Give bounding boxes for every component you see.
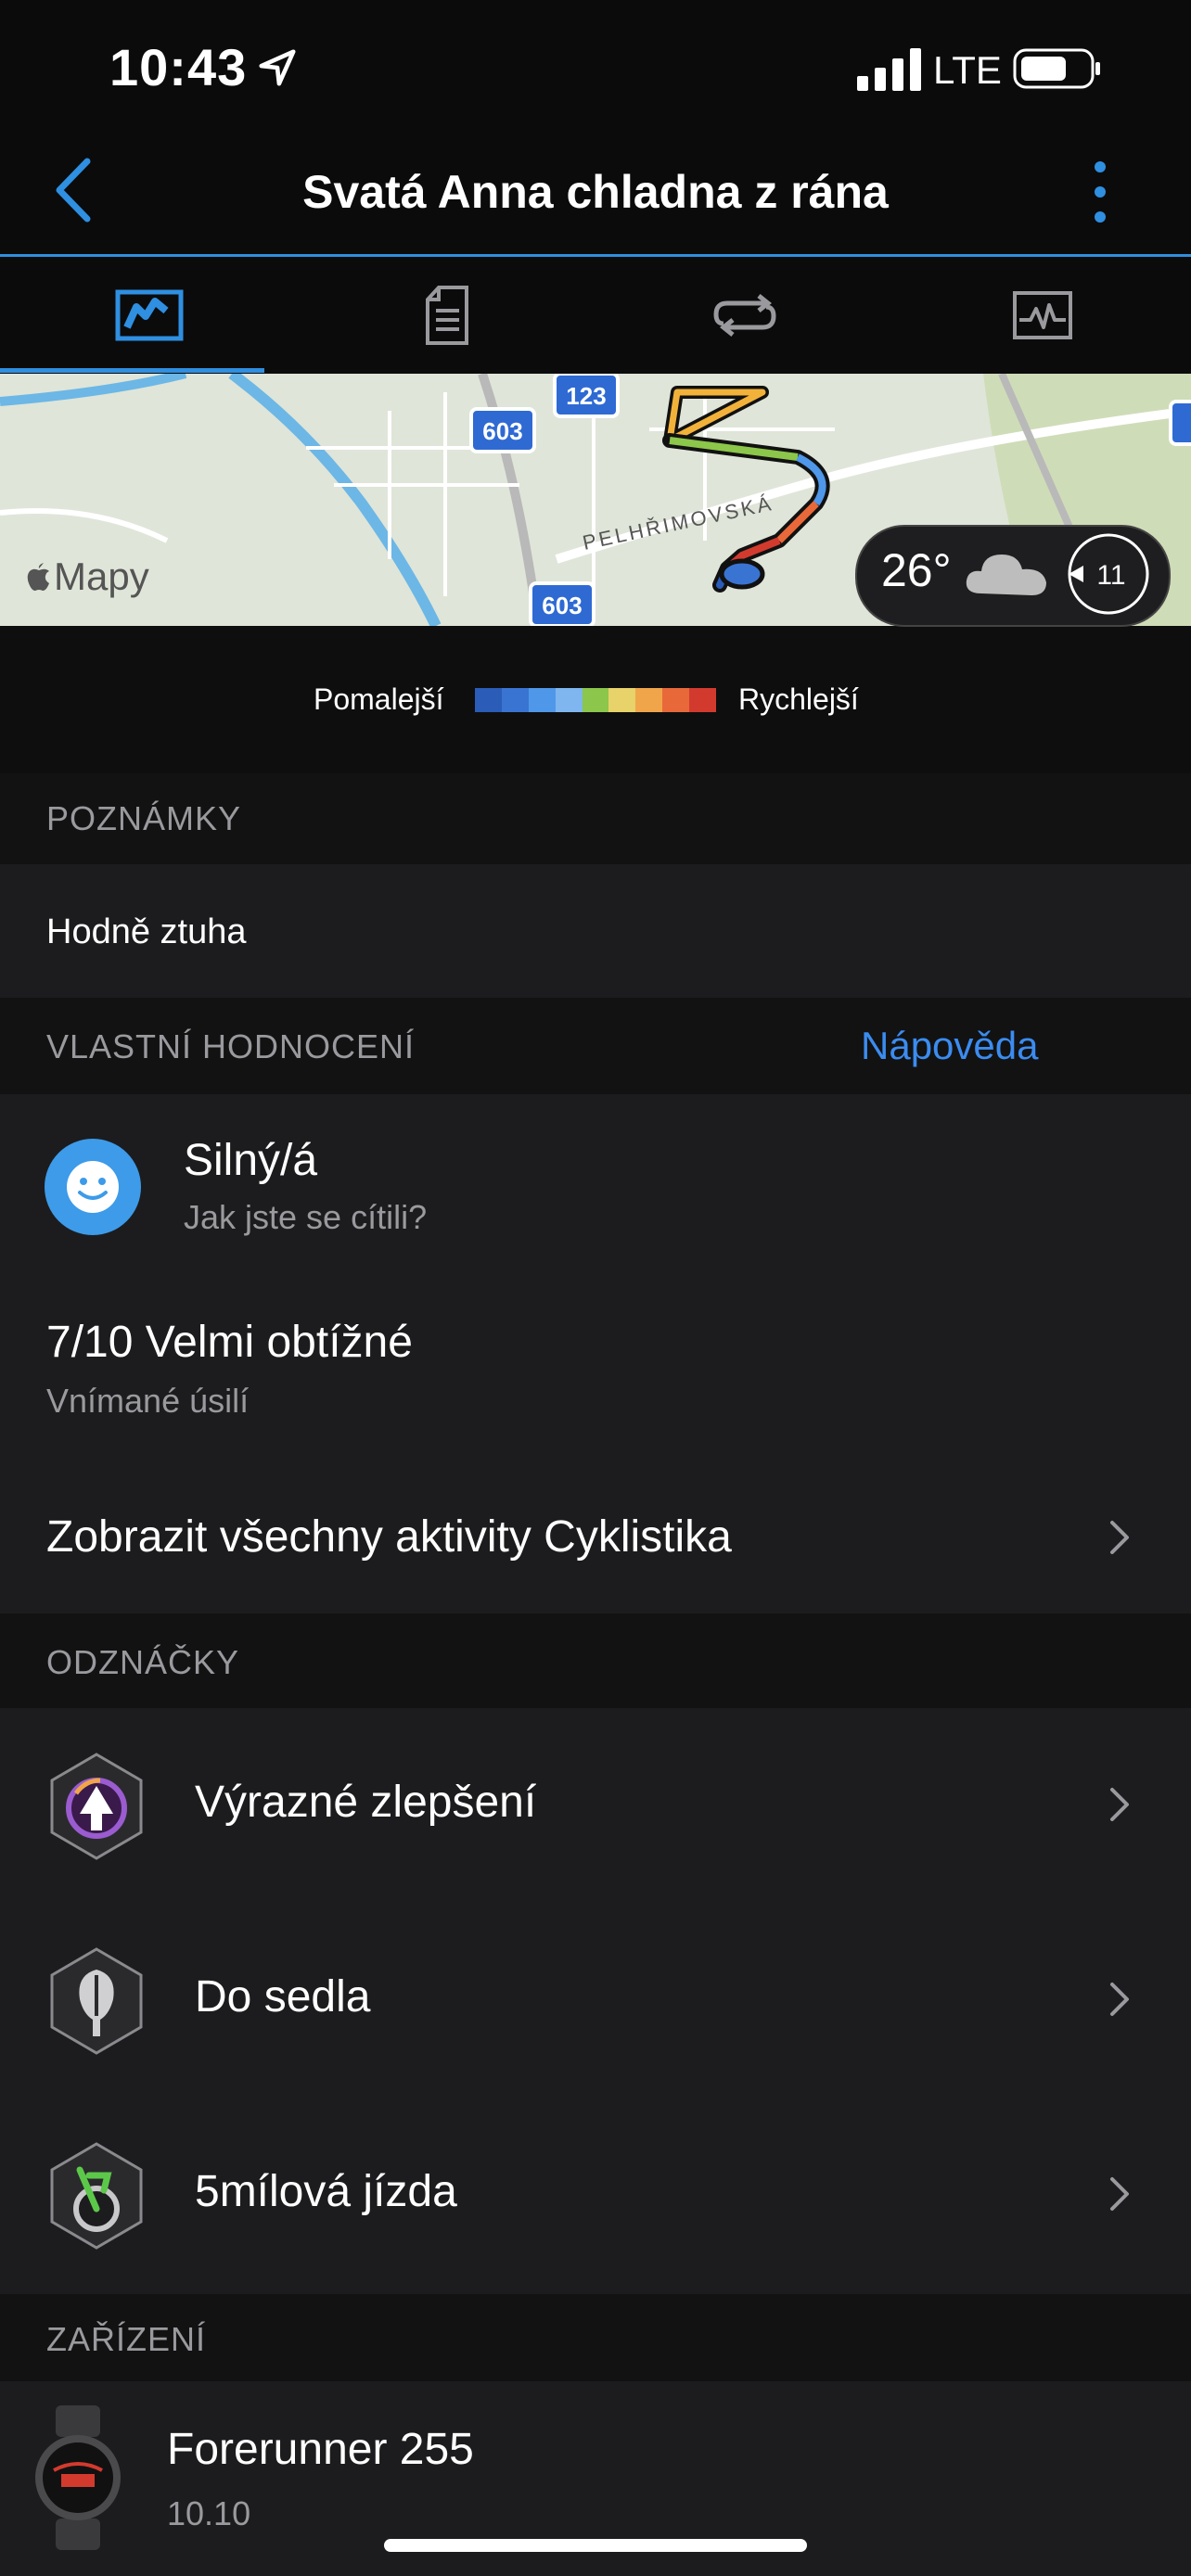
feeling-label: Jak jste se cítili? — [184, 1198, 428, 1236]
cloud-icon — [966, 555, 1046, 595]
signal-strength-icon — [857, 48, 921, 91]
feeling-value[interactable]: Silný/á — [184, 1135, 317, 1186]
legend-color-segment — [582, 688, 609, 712]
chevron-right-icon — [1110, 1983, 1129, 2016]
badge-label: 5mílová jízda — [195, 2167, 457, 2216]
help-link[interactable]: Nápověda — [861, 1024, 1038, 1068]
temperature: 26° — [881, 544, 952, 596]
road-label-123: 123 — [553, 374, 620, 418]
map-attribution: Mapy — [26, 555, 149, 599]
svg-text:603: 603 — [482, 417, 522, 445]
details-document-icon — [425, 286, 468, 345]
tab-charts[interactable] — [893, 257, 1191, 374]
legend-slower-label: Pomalejší — [314, 682, 444, 716]
smiley-face-icon — [45, 1139, 141, 1235]
badge-row-improvement[interactable] — [0, 1708, 1191, 1903]
effort-value[interactable]: 7/10 Velmi obtížné — [46, 1317, 413, 1368]
wind-direction-icon: 11 — [1068, 533, 1149, 615]
tab-map[interactable] — [0, 257, 298, 374]
view-all-activities-link[interactable]: Zobrazit všechny aktivity Cyklistika — [46, 1511, 732, 1562]
legend-faster-label: Rychlejší — [738, 682, 859, 716]
active-tab-indicator — [0, 368, 264, 373]
legend-color-segment — [689, 688, 717, 712]
legend-color-segment — [475, 688, 502, 712]
badges-header-label: ODZNÁČKY — [46, 1643, 240, 1681]
svg-text:123: 123 — [566, 382, 606, 410]
speed-gradient-bar — [475, 688, 717, 712]
svg-text:603: 603 — [542, 592, 582, 619]
notes-header-label: POZNÁMKY — [46, 799, 242, 837]
device-header-label: ZAŘÍZENÍ — [46, 2320, 207, 2358]
effort-label: Vnímané úsilí — [46, 1382, 250, 1420]
svg-text:11: 11 — [1096, 560, 1125, 591]
map-view-icon — [115, 289, 183, 341]
laps-loop-icon — [712, 294, 776, 337]
battery-icon — [1013, 48, 1100, 89]
notes-text: Hodně ztuha — [46, 912, 247, 951]
legend-color-segment — [635, 688, 663, 712]
tab-bar — [0, 257, 1191, 374]
device-version: 10.10 — [167, 2494, 251, 2532]
tab-laps[interactable] — [596, 257, 893, 374]
legend-color-segment — [608, 688, 636, 712]
more-options-icon[interactable] — [1082, 159, 1119, 224]
improvement-badge-icon — [50, 1753, 143, 1860]
charts-graph-icon — [1012, 291, 1072, 339]
self-eval-header-label: VLASTNÍ HODNOCENÍ — [46, 1027, 416, 1065]
bike-badge-icon — [50, 2142, 143, 2250]
saddle-badge-icon — [50, 1947, 143, 2055]
page-title: Svatá Anna chladna z rána — [302, 166, 889, 218]
status-time: 10:43 — [109, 38, 248, 96]
network-type: LTE — [933, 48, 1002, 92]
home-indicator[interactable] — [384, 2539, 807, 2552]
badge-row-saddle[interactable] — [0, 1903, 1191, 2098]
chevron-right-icon — [1110, 1788, 1129, 1821]
device-name: Forerunner 255 — [167, 2425, 474, 2474]
legend-color-segment — [501, 688, 529, 712]
road-label-603-left: 603 — [469, 407, 536, 453]
tab-details[interactable] — [298, 257, 596, 374]
watch-device-icon — [35, 2405, 121, 2550]
legend-color-segment — [528, 688, 556, 712]
chevron-right-icon — [1110, 1521, 1129, 1554]
apple-logo-icon — [26, 555, 54, 598]
badge-label: Do sedla — [195, 1972, 371, 2021]
badge-row-5-mile[interactable] — [0, 2098, 1191, 2294]
badge-label: Výrazné zlepšení — [195, 1778, 537, 1827]
legend-color-segment — [662, 688, 690, 712]
location-arrow-icon — [259, 49, 296, 86]
road-label-603-bottom: 603 — [529, 581, 596, 626]
chevron-right-icon — [1110, 2177, 1129, 2211]
legend-color-segment — [555, 688, 583, 712]
